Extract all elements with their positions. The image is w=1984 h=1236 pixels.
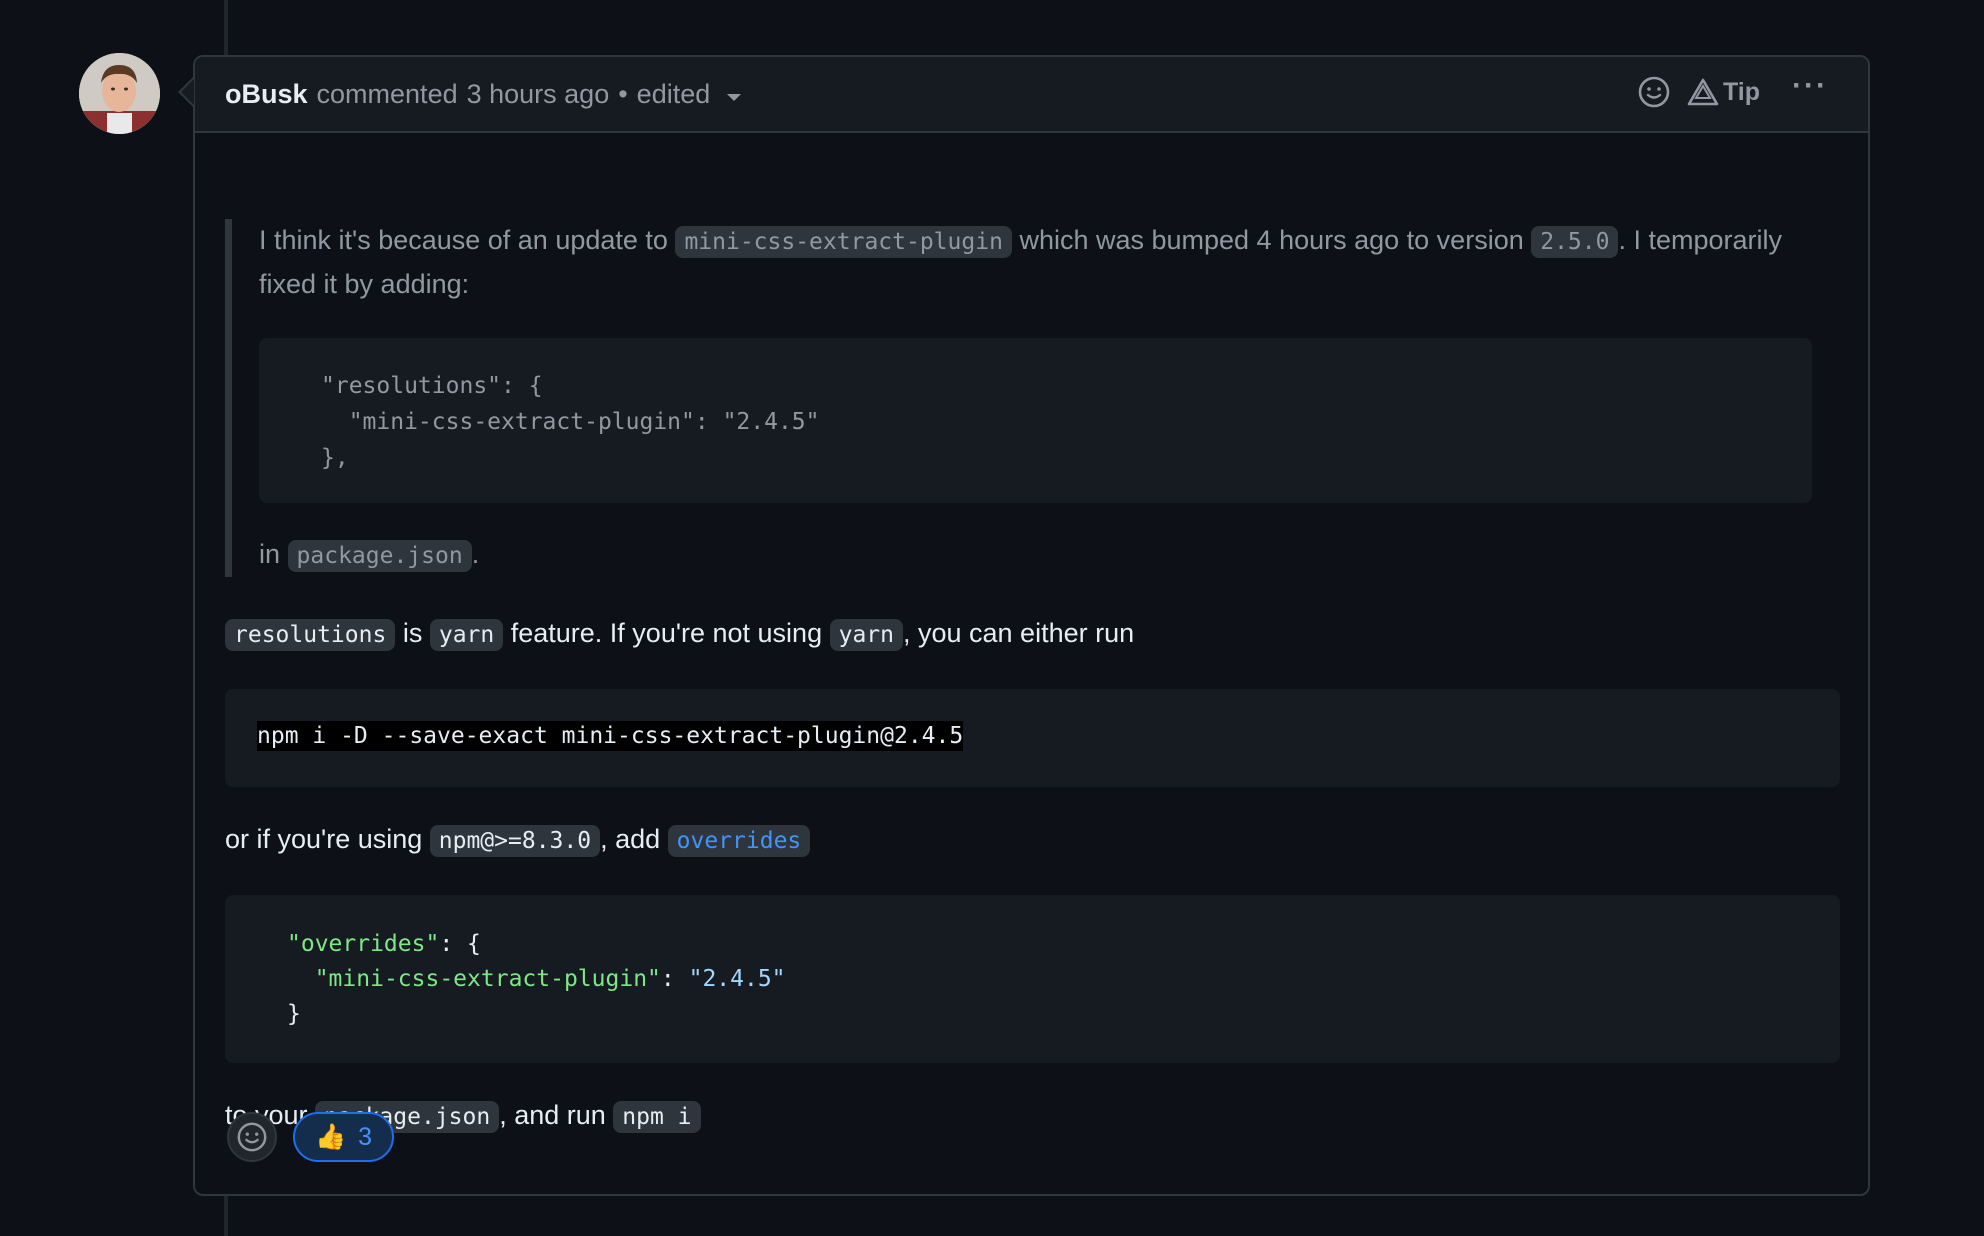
comment-timestamp[interactable]: 3 hours ago bbox=[467, 79, 610, 110]
comment-caret-fill bbox=[181, 79, 194, 105]
json-key: "overrides" bbox=[287, 931, 440, 957]
chevron-down-icon bbox=[727, 93, 742, 101]
command-line[interactable]: npm i -D --save-exact mini-css-extract-p… bbox=[257, 721, 964, 751]
reaction-count: 3 bbox=[358, 1122, 373, 1151]
comment-box: oBusk commented 3 hours ago • edited Tip… bbox=[193, 55, 1870, 1196]
add-reaction-button[interactable] bbox=[227, 1112, 277, 1162]
inline-code: resolutions bbox=[225, 619, 396, 651]
json-key: "mini-css-extract-plugin" bbox=[314, 966, 661, 992]
quote-text-1: I think it's because of an update to bbox=[259, 225, 676, 255]
comment-author[interactable]: oBusk bbox=[225, 79, 308, 110]
edited-label: edited bbox=[636, 78, 711, 109]
paragraph-text: feature. If you're not using bbox=[503, 618, 830, 648]
tip-button[interactable]: Tip bbox=[1687, 77, 1760, 107]
json-punct: } bbox=[287, 1001, 301, 1027]
inline-code: mini-css-extract-plugin bbox=[675, 226, 1012, 258]
smiley-icon bbox=[237, 1122, 267, 1152]
quote-text-5: . bbox=[471, 539, 480, 569]
quote-text-4: in bbox=[259, 539, 288, 569]
inline-code: yarn bbox=[829, 619, 903, 651]
paragraph-text: or if you're using bbox=[225, 824, 430, 854]
add-reaction-header-button[interactable] bbox=[1637, 75, 1671, 109]
inline-code: yarn bbox=[429, 619, 504, 651]
paragraph-text: is bbox=[395, 618, 430, 648]
json-punct: : bbox=[660, 966, 689, 992]
quote-paragraph: I think it's because of an update to min… bbox=[259, 219, 1819, 305]
inline-code: npm i bbox=[613, 1101, 701, 1133]
quote-text-2: which was bumped 4 hours ago to version bbox=[1011, 225, 1532, 255]
thumbs-up-icon: 👍 bbox=[315, 1122, 347, 1151]
tip-label: Tip bbox=[1722, 77, 1761, 106]
smiley-icon bbox=[1638, 76, 1670, 108]
reactions-bar: 👍 3 bbox=[227, 1112, 395, 1162]
avatar-image bbox=[79, 53, 160, 134]
header-separator: • bbox=[618, 78, 628, 109]
edited-dropdown[interactable]: edited bbox=[637, 79, 742, 110]
alert-triangle-icon bbox=[1687, 78, 1719, 106]
timeline-line-bottom bbox=[224, 1196, 228, 1236]
kebab-menu-icon[interactable]: ··· bbox=[1792, 71, 1828, 108]
quote-code-block: "resolutions": { "mini-css-extract-plugi… bbox=[259, 338, 1812, 503]
paragraph-resolutions: resolutions is yarn feature. If you're n… bbox=[225, 612, 1134, 656]
thumbs-up-reaction[interactable]: 👍 3 bbox=[293, 1112, 395, 1162]
inline-code: 2.5.0 bbox=[1531, 226, 1619, 258]
json-punct: : { bbox=[439, 931, 481, 957]
command-code-block: npm i -D --save-exact mini-css-extract-p… bbox=[225, 689, 1840, 787]
paragraph-overrides: or if you're using npm@>=8.3.0, add over… bbox=[225, 818, 811, 862]
avatar[interactable] bbox=[79, 53, 160, 134]
inline-code: package.json bbox=[287, 540, 472, 572]
json-string: "2.4.5" bbox=[688, 966, 786, 992]
paragraph-text: , and run bbox=[499, 1100, 614, 1130]
comment-header: oBusk commented 3 hours ago • edited Tip… bbox=[195, 57, 1868, 133]
inline-code: npm@>=8.3.0 bbox=[429, 825, 601, 857]
paragraph-text: , add bbox=[600, 824, 668, 854]
overrides-link[interactable]: overrides bbox=[667, 825, 811, 857]
header-actions: Tip ··· bbox=[1637, 71, 1828, 109]
paragraph-text: , you can either run bbox=[902, 618, 1135, 648]
quote-paragraph-2: in package.json. bbox=[259, 533, 479, 577]
json-code-block: "overrides": { "mini-css-extract-plugin"… bbox=[225, 895, 1840, 1063]
comment-action: commented bbox=[316, 78, 458, 109]
